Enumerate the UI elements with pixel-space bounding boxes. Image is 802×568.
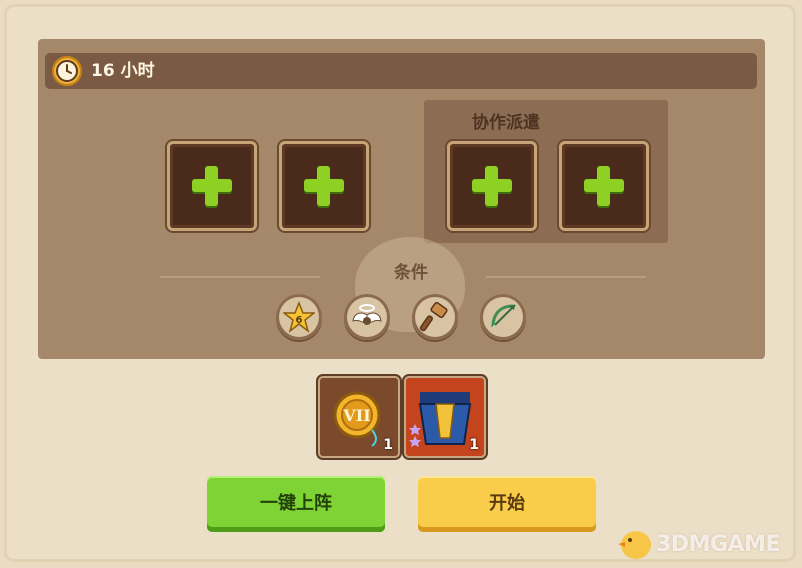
divider-right [486, 276, 646, 278]
plus-icon [562, 144, 646, 228]
svg-text:VII: VII [342, 406, 370, 425]
plus-icon [282, 144, 366, 228]
watermark-text: 3DMGAME [656, 532, 780, 557]
divider-left [160, 276, 320, 278]
clock-icon [52, 56, 82, 86]
coop-slot-1[interactable] [447, 141, 537, 231]
reward-quantity: 1 [383, 437, 393, 453]
reward-item-armor[interactable]: 1 [404, 376, 486, 458]
angel-wings-icon[interactable] [344, 294, 390, 340]
hero-slot-2[interactable] [279, 141, 369, 231]
star-rank-badge: 6 [296, 315, 303, 326]
start-button[interactable]: 开始 [418, 476, 596, 532]
bow-icon[interactable] [480, 294, 526, 340]
reward-quantity: 1 [469, 437, 479, 453]
chick-logo-icon [618, 531, 651, 559]
star-rank-icon[interactable]: 6 [276, 294, 322, 340]
plus-icon [450, 144, 534, 228]
site-watermark: 3DMGAME [612, 520, 800, 566]
conditions-label: 条件 [394, 263, 428, 283]
duration-label: 16 小时 [91, 61, 155, 81]
reward-item-medal[interactable]: VII 1 [318, 376, 400, 458]
hammer-icon[interactable] [412, 294, 458, 340]
plus-icon [170, 144, 254, 228]
coop-dispatch-title: 协作派遣 [472, 113, 540, 133]
auto-deploy-button[interactable]: 一键上阵 [207, 476, 385, 532]
coop-slot-2[interactable] [559, 141, 649, 231]
hero-slot-1[interactable] [167, 141, 257, 231]
